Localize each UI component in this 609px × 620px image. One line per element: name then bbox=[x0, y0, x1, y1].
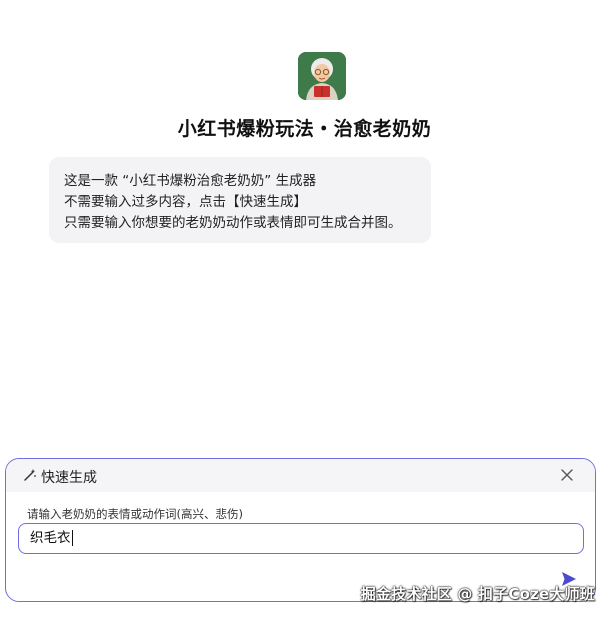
expression-input-value: 织毛衣 bbox=[30, 530, 71, 546]
intro-line: 这是一款 “小红书爆粉治愈老奶奶” 生成器 bbox=[64, 173, 317, 189]
panel-header: 快速生成 bbox=[6, 459, 595, 492]
text-caret bbox=[71, 530, 73, 546]
quick-generate-panel: 快速生成 请输入老奶奶的表情或动作词(高兴、悲伤) 织毛衣 bbox=[5, 458, 596, 602]
intro-line: 不需要输入过多内容，点击【快速生成】 bbox=[64, 194, 307, 210]
panel-title: 快速生成 bbox=[41, 470, 97, 486]
bot-avatar bbox=[298, 52, 346, 100]
close-icon[interactable] bbox=[559, 467, 575, 483]
chat-page: 小红书爆粉玩法・治愈老奶奶 这是一款 “小红书爆粉治愈老奶奶” 生成器 不需要输… bbox=[0, 0, 609, 620]
bot-title: 小红书爆粉玩法・治愈老奶奶 bbox=[177, 118, 432, 140]
magic-wand-icon bbox=[24, 469, 36, 481]
intro-message: 这是一款 “小红书爆粉治愈老奶奶” 生成器 不需要输入过多内容，点击【快速生成】… bbox=[49, 157, 431, 243]
grandma-avatar-icon bbox=[298, 52, 346, 100]
expression-input[interactable]: 织毛衣 bbox=[18, 523, 584, 554]
expression-field-label: 请输入老奶奶的表情或动作词(高兴、悲伤) bbox=[27, 507, 243, 521]
watermark-text: 掘金技术社区 @ 扣子Coze大师班 bbox=[360, 585, 595, 603]
intro-line: 只需要输入你想要的老奶奶动作或表情即可生成合并图。 bbox=[64, 215, 402, 231]
